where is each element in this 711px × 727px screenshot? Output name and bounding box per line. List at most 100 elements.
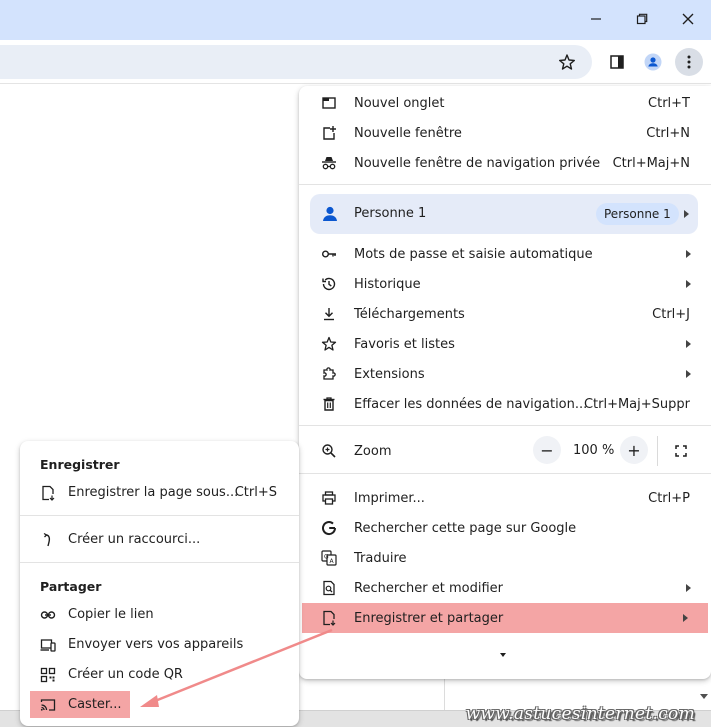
chevron-right-icon [683, 614, 688, 622]
chrome-main-menu: Nouvel onglet Ctrl+T Nouvelle fenêtre Ct… [299, 86, 711, 679]
google-icon [321, 520, 337, 536]
menu-item-label: Favoris et listes [354, 336, 455, 352]
submenu-separator [20, 515, 299, 516]
menu-item-label: Imprimer... [354, 490, 425, 506]
menu-item-bookmarks[interactable]: Favoris et listes [299, 329, 711, 359]
cast-icon [40, 697, 56, 713]
menu-item-downloads[interactable]: Téléchargements Ctrl+J [299, 299, 711, 329]
key-icon [321, 246, 337, 262]
fullscreen-icon[interactable] [673, 443, 689, 459]
menu-item-new-tab[interactable]: Nouvel onglet Ctrl+T [299, 88, 711, 118]
find-page-icon [321, 580, 337, 596]
menu-item-profile[interactable]: Personne 1 Personne 1 [310, 194, 698, 234]
menu-item-save-share[interactable]: Enregistrer et partager [302, 603, 708, 633]
profile-button[interactable] [639, 48, 667, 76]
new-tab-icon [321, 95, 337, 111]
menu-item-label: Mots de passe et saisie automatique [354, 246, 593, 262]
save-page-icon [40, 485, 56, 501]
submenu-separator [20, 562, 299, 563]
submenu-item-label: Envoyer vers vos appareils [68, 637, 244, 652]
more-items-caret-icon[interactable] [500, 653, 506, 657]
menu-item-clear-browsing-data[interactable]: Effacer les données de navigation... Ctr… [299, 389, 711, 419]
chevron-right-icon [684, 210, 689, 218]
browser-toolbar [0, 40, 711, 84]
submenu-item-shortcut: Ctrl+S [234, 485, 277, 500]
menu-item-label: Nouvelle fenêtre de navigation privée [354, 155, 601, 171]
profile-icon [644, 53, 662, 71]
translate-icon: GA [321, 550, 337, 566]
save-share-submenu: Enregistrer Enregistrer la page sous... … [20, 441, 299, 726]
menu-item-print[interactable]: Imprimer... Ctrl+P [299, 483, 711, 513]
zoom-level: 100 % [573, 443, 615, 458]
menu-item-new-window[interactable]: Nouvelle fenêtre Ctrl+N [299, 118, 711, 148]
menu-item-label: Téléchargements [354, 306, 465, 322]
menu-separator [299, 473, 711, 474]
submenu-item-create-shortcut[interactable]: Créer un raccourci... [20, 525, 299, 555]
menu-item-shortcut: Ctrl+Maj+N [612, 155, 690, 171]
scroll-down-arrow-icon[interactable] [700, 694, 708, 699]
side-panel-icon [610, 55, 624, 69]
minimize-icon [591, 18, 601, 20]
menu-item-find-edit[interactable]: Rechercher et modifier [299, 573, 711, 603]
menu-item-shortcut: Ctrl+Maj+Suppr [583, 396, 690, 412]
menu-item-passwords[interactable]: Mots de passe et saisie automatique [299, 239, 711, 269]
restore-button[interactable] [619, 4, 665, 34]
submenu-item-cast[interactable]: Caster... [20, 690, 299, 720]
chevron-right-icon [686, 340, 691, 348]
menu-item-label: Nouvelle fenêtre [354, 125, 462, 141]
close-button[interactable] [665, 4, 711, 34]
chevron-right-icon [686, 250, 691, 258]
bookmark-star-button[interactable] [553, 48, 581, 76]
menu-item-search-google[interactable]: Rechercher cette page sur Google [299, 513, 711, 543]
submenu-item-label: Caster... [68, 697, 122, 712]
menu-item-shortcut: Ctrl+N [646, 125, 690, 141]
chevron-right-icon [686, 280, 691, 288]
menu-item-label: Traduire [354, 550, 407, 566]
menu-item-incognito-window[interactable]: Nouvelle fenêtre de navigation privée Ct… [299, 148, 711, 178]
chevron-right-icon [686, 370, 691, 378]
menu-item-history[interactable]: Historique [299, 269, 711, 299]
menu-item-shortcut: Ctrl+J [652, 306, 690, 322]
shortcut-icon [40, 532, 56, 548]
puzzle-icon [321, 366, 337, 382]
star-icon [321, 336, 337, 352]
menu-item-shortcut: Ctrl+P [648, 490, 690, 506]
submenu-item-copy-link[interactable]: Copier le lien [20, 600, 299, 630]
menu-button[interactable] [675, 48, 703, 76]
close-icon [682, 13, 694, 25]
menu-item-label: Rechercher et modifier [354, 580, 503, 596]
zoom-icon [321, 443, 337, 459]
zoom-divider [657, 436, 658, 466]
submenu-item-qr-code[interactable]: Créer un code QR [20, 660, 299, 690]
menu-item-translate[interactable]: GA Traduire [299, 543, 711, 573]
menu-item-label: Effacer les données de navigation... [354, 396, 588, 412]
address-bar[interactable] [0, 45, 592, 79]
zoom-in-button[interactable]: + [620, 436, 648, 464]
qr-code-icon [40, 667, 56, 683]
history-icon [321, 276, 337, 292]
menu-item-zoom: Zoom − 100 % + [299, 436, 711, 466]
submenu-item-label: Enregistrer la page sous... [68, 485, 239, 500]
menu-item-shortcut: Ctrl+T [648, 95, 690, 111]
download-icon [321, 306, 337, 322]
title-bar [0, 0, 711, 40]
print-icon [321, 490, 337, 506]
menu-separator [299, 425, 711, 426]
submenu-item-send-to-devices[interactable]: Envoyer vers vos appareils [20, 630, 299, 660]
submenu-item-label: Copier le lien [68, 607, 154, 622]
minimize-button[interactable] [573, 4, 619, 34]
link-icon [40, 607, 56, 623]
zoom-out-button[interactable]: − [533, 436, 561, 464]
chevron-right-icon [686, 584, 691, 592]
incognito-icon [321, 155, 337, 171]
zoom-label: Zoom [354, 444, 392, 459]
side-panel-button[interactable] [603, 48, 631, 76]
menu-item-extensions[interactable]: Extensions [299, 359, 711, 389]
vertical-dots-icon [687, 55, 691, 69]
menu-item-label: Historique [354, 276, 421, 292]
submenu-item-save-page[interactable]: Enregistrer la page sous... Ctrl+S [20, 478, 299, 508]
save-share-icon [321, 610, 337, 626]
submenu-header-save: Enregistrer [40, 457, 120, 472]
restore-icon [636, 13, 648, 25]
watermark: www.astucesinternet.com [465, 704, 695, 724]
